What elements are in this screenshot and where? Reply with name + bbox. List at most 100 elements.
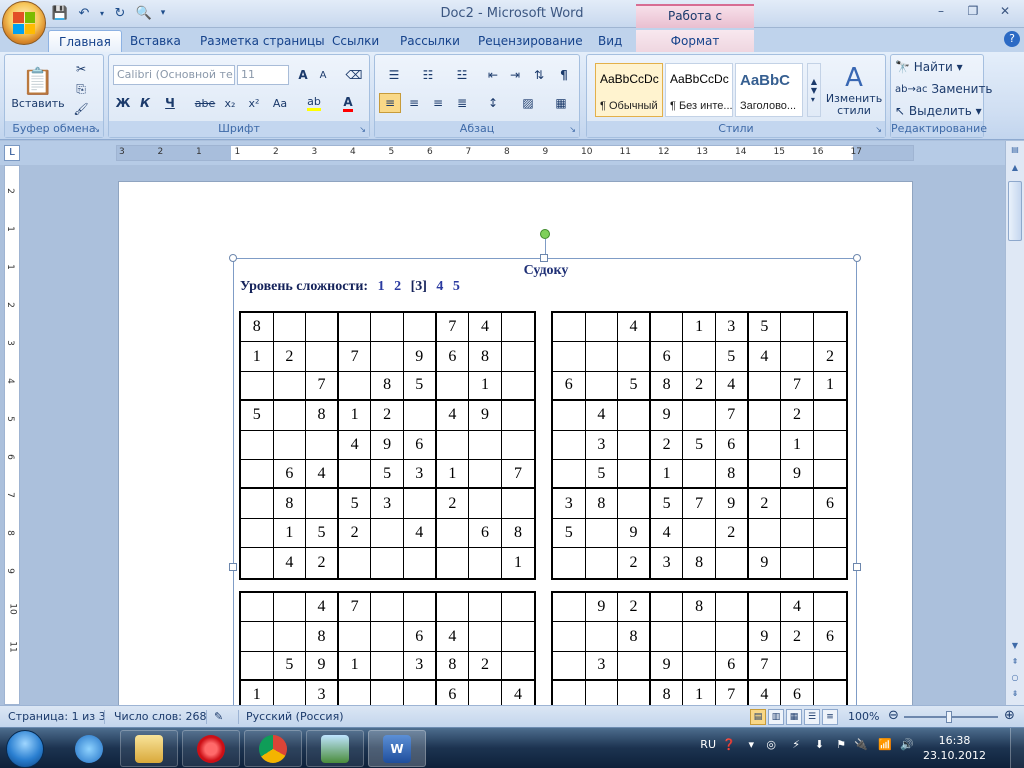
zoom-slider-thumb[interactable] — [946, 711, 952, 723]
language-indicator-tray[interactable]: RU — [700, 738, 716, 751]
spelling-check-icon[interactable]: ✎ — [214, 710, 223, 723]
tab-view[interactable]: Вид — [588, 30, 632, 52]
start-button[interactable] — [6, 730, 44, 768]
tab-review[interactable]: Рецензирование — [468, 30, 593, 52]
help-icon[interactable]: ? — [1004, 31, 1020, 47]
swirl-tray-icon[interactable]: ◎ — [766, 738, 776, 751]
multilevel-list-icon[interactable]: ☳ — [447, 65, 477, 85]
style-normal[interactable]: AaBbCcDc ¶ Обычный — [595, 63, 663, 117]
styles-launcher-icon[interactable]: ↘ — [875, 125, 882, 134]
picture-frame[interactable]: Судоку Уровень сложности: 1 2 [3] 4 5 87… — [229, 254, 861, 705]
zoom-out-icon[interactable]: ⊖ — [888, 708, 899, 723]
ruler-toggle-icon[interactable]: ▤ — [1008, 143, 1022, 157]
resize-handle-r[interactable] — [853, 563, 861, 571]
font-launcher-icon[interactable]: ↘ — [359, 125, 366, 134]
style-no-spacing[interactable]: AaBbCcDc ¶ Без инте... — [665, 63, 733, 117]
prev-page-icon[interactable]: ⇞ — [1008, 655, 1022, 669]
resize-handle-tr[interactable] — [853, 254, 861, 262]
show-desktop-button[interactable] — [1010, 728, 1024, 768]
select-button[interactable]: ↖ Выделить ▾ — [895, 101, 982, 121]
font-name-field[interactable]: Calibri (Основной те — [113, 65, 235, 85]
device-tray-icon[interactable]: 🔌 — [854, 738, 868, 751]
clear-formatting-icon[interactable]: ⌫ — [343, 65, 365, 85]
language-indicator[interactable]: Русский (Россия) — [246, 710, 344, 723]
tab-mailings[interactable]: Рассылки — [390, 30, 470, 52]
change-styles-button[interactable]: A Изменить стили — [825, 61, 883, 119]
office-button[interactable] — [2, 1, 46, 45]
bold-button[interactable]: Ж — [113, 93, 133, 113]
taskbar-chrome[interactable] — [244, 730, 302, 767]
full-screen-reading-icon[interactable]: ▥ — [768, 709, 784, 725]
show-marks-icon[interactable]: ¶ — [553, 65, 575, 85]
subscript-button[interactable]: x₂ — [219, 93, 241, 113]
vertical-scrollbar[interactable]: ▤ ▲ ▼ ⇞ ○ ⇟ — [1005, 141, 1024, 705]
tab-references[interactable]: Ссылки — [322, 30, 389, 52]
vertical-ruler[interactable]: 2 1 1 2 3 4 5 6 7 8 9 10 11 — [4, 165, 20, 705]
zoom-level[interactable]: 100% — [848, 710, 879, 723]
styles-scroll-icon[interactable]: ▲ ▼ ▾ — [807, 63, 821, 117]
resize-handle-l[interactable] — [229, 563, 237, 571]
word-count[interactable]: Число слов: 268 — [114, 710, 207, 723]
shading-icon[interactable]: ▨ — [513, 93, 543, 113]
superscript-button[interactable]: x² — [243, 93, 265, 113]
zoom-in-icon[interactable]: ⊕ — [1004, 708, 1015, 723]
borders-icon[interactable]: ▦ — [547, 93, 575, 113]
scroll-up-icon[interactable]: ▲ — [1008, 161, 1022, 175]
find-button[interactable]: 🔭 Найти ▾ — [895, 57, 981, 77]
clock[interactable]: 16:38 23.10.2012 — [923, 733, 986, 763]
font-size-field[interactable]: 11 — [237, 65, 289, 85]
taskbar-explorer[interactable] — [120, 730, 178, 767]
close-button[interactable]: ✕ — [990, 2, 1020, 20]
italic-button[interactable]: К — [135, 93, 155, 113]
highlight-icon[interactable]: ab — [299, 93, 329, 113]
help-tray-icon[interactable]: ❓ — [722, 738, 736, 751]
print-layout-view-icon[interactable]: ▤ — [750, 709, 766, 725]
grow-font-button[interactable]: A — [293, 65, 313, 85]
shrink-font-button[interactable]: A — [313, 65, 333, 85]
cut-icon[interactable]: ✂ — [71, 59, 91, 79]
tab-page-layout[interactable]: Разметка страницы — [190, 30, 335, 52]
taskbar-word[interactable]: W — [368, 730, 426, 767]
align-left-icon[interactable]: ≡ — [379, 93, 401, 113]
decrease-indent-icon[interactable]: ⇤ — [483, 65, 503, 85]
horizontal-ruler[interactable]: 3 2 1 1 2 3 4 5 6 7 8 9 10 11 12 13 14 15 16 17 — [116, 145, 914, 161]
draft-view-icon[interactable]: ≡ — [822, 709, 838, 725]
restore-button[interactable]: ❐ — [958, 2, 988, 20]
taskbar-ie[interactable] — [60, 730, 118, 767]
increase-indent-icon[interactable]: ⇥ — [505, 65, 525, 85]
browse-object-icon[interactable]: ○ — [1008, 671, 1022, 685]
tab-home[interactable]: Главная — [48, 30, 122, 52]
paragraph-launcher-icon[interactable]: ↘ — [569, 125, 576, 134]
style-heading[interactable]: AaBbC Заголово... — [735, 63, 803, 117]
strikethrough-button[interactable]: abe — [193, 93, 217, 113]
web-layout-icon[interactable]: ▦ — [786, 709, 802, 725]
underline-button[interactable]: Ч — [157, 93, 183, 113]
volume-tray-icon[interactable]: 🔊 — [900, 738, 914, 751]
download-tray-icon[interactable]: ⬇ — [815, 738, 824, 751]
change-case-button[interactable]: Aa — [267, 93, 293, 113]
paste-button[interactable]: 📋 Вставить — [11, 59, 65, 117]
replace-button[interactable]: ab→ac Заменить — [895, 79, 993, 99]
resize-handle-tl[interactable] — [229, 254, 237, 262]
clipboard-launcher-icon[interactable]: ↘ — [93, 125, 100, 134]
copy-icon[interactable]: ⎘ — [71, 79, 91, 99]
page-count[interactable]: Страница: 1 из 3 — [8, 710, 106, 723]
resize-handle-t[interactable] — [540, 254, 548, 262]
scroll-thumb[interactable] — [1008, 181, 1022, 241]
taskbar-opera[interactable] — [182, 730, 240, 767]
align-center-icon[interactable]: ≡ — [403, 93, 425, 113]
scroll-down-icon[interactable]: ▼ — [1008, 639, 1022, 653]
numbering-icon[interactable]: ☷ — [413, 65, 443, 85]
taskbar-picture-viewer[interactable] — [306, 730, 364, 767]
justify-icon[interactable]: ≣ — [451, 93, 473, 113]
next-page-icon[interactable]: ⇟ — [1008, 687, 1022, 701]
font-color-icon[interactable]: A — [333, 93, 363, 113]
format-painter-icon[interactable]: 🖌 — [71, 99, 91, 119]
sort-icon[interactable]: ⇅ — [529, 65, 549, 85]
rotation-handle[interactable] — [540, 229, 550, 239]
tab-selector-icon[interactable]: L — [4, 145, 20, 161]
align-right-icon[interactable]: ≡ — [427, 93, 449, 113]
flag-tray-icon[interactable]: ⚑ — [836, 738, 846, 751]
outline-view-icon[interactable]: ☰ — [804, 709, 820, 725]
minimize-button[interactable]: – — [926, 2, 956, 20]
